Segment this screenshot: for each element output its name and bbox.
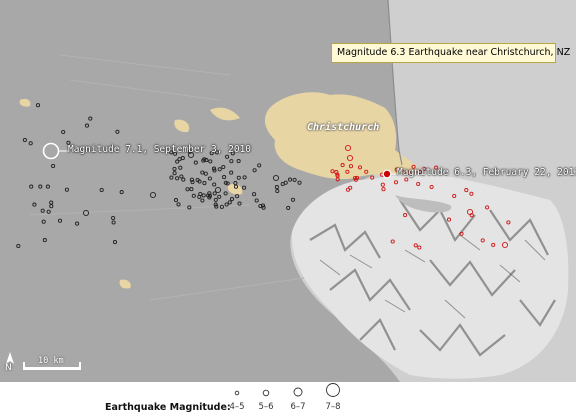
legend-symbol-7-8 (326, 383, 340, 397)
legend-symbol-4-5 (234, 390, 240, 396)
legend-symbol-5-6 (262, 389, 270, 397)
legend-label-6-7: 6–7 (290, 402, 306, 412)
legend-title: Earthquake Magnitude: (105, 402, 231, 413)
map-title-box: Magnitude 6.3 Earthquake near Christchur… (331, 43, 570, 63)
scale-bar-label: 10 km (38, 356, 64, 366)
legend-label-7-8: 7–8 (325, 402, 341, 412)
mainshock-2011-label: Magnitude 6.3, February 22, 2011 (397, 167, 576, 178)
map-figure: Magnitude 6.3 Earthquake near Christchur… (0, 0, 576, 418)
mainshock-2010-label: Magnitude 7.1, September 3, 2010 (68, 144, 252, 155)
legend-symbol-6-7 (293, 387, 303, 397)
city-label: Christchurch (307, 122, 380, 133)
mainshock-2011-marker (382, 169, 392, 179)
north-label: N (5, 363, 12, 373)
